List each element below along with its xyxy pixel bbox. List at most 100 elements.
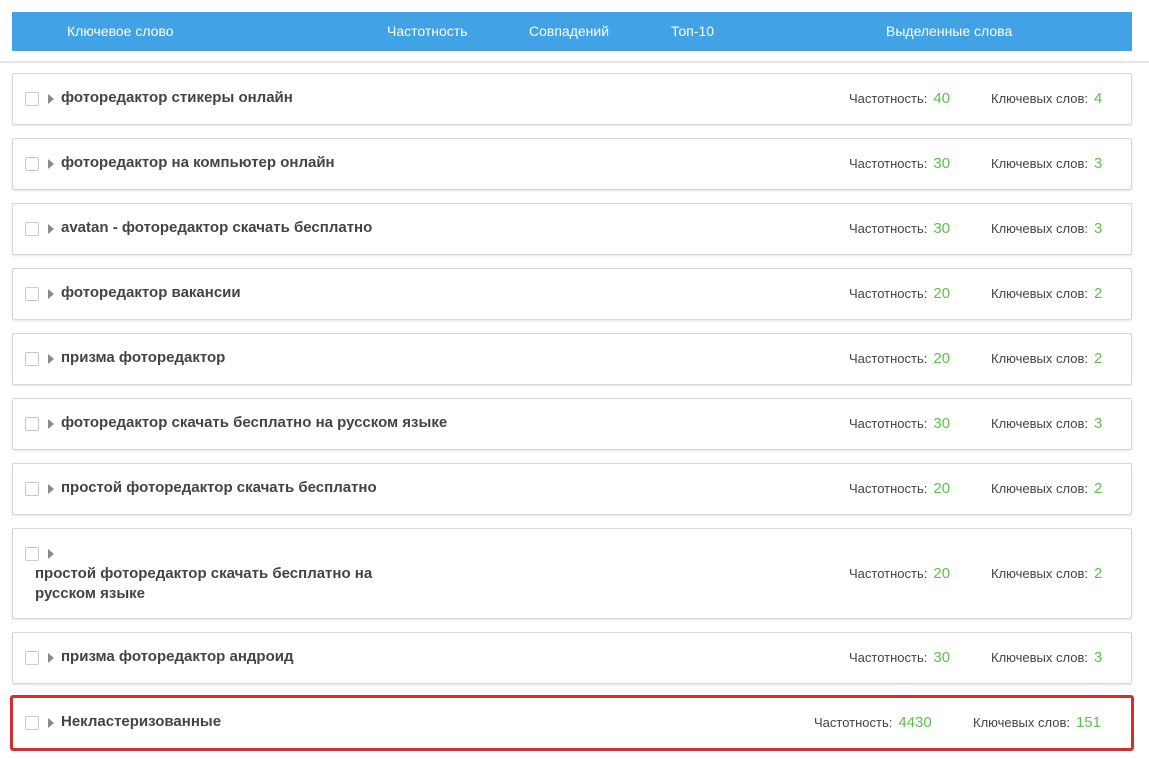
keyword-count-value: 3	[1093, 649, 1103, 666]
frequency-stat: Частотность: 40	[849, 74, 950, 124]
frequency-stat: Частотность: 20	[849, 529, 950, 618]
expand-arrow-icon[interactable]	[48, 289, 54, 299]
frequency-value: 30	[933, 220, 951, 237]
keyword-count-label: Ключевых слов:	[991, 351, 1088, 366]
frequency-value: 20	[933, 350, 951, 367]
keyword-count-stat: Ключевых слов: 2	[991, 269, 1102, 319]
cluster-keyword[interactable]: фоторедактор вакансии	[61, 284, 241, 301]
expand-arrow-icon[interactable]	[48, 419, 54, 429]
row-checkbox[interactable]	[25, 482, 39, 496]
cluster-row[interactable]: фоторедактор стикеры онлайн Частотность:…	[12, 73, 1132, 125]
frequency-stat: Частотность: 20	[849, 464, 950, 514]
expand-arrow-icon[interactable]	[48, 159, 54, 169]
row-checkbox[interactable]	[25, 547, 39, 561]
keyword-count-label: Ключевых слов:	[991, 566, 1088, 581]
keyword-count-stat: Ключевых слов: 3	[991, 139, 1102, 189]
frequency-value: 30	[933, 649, 951, 666]
frequency-stat: Частотность: 30	[849, 204, 950, 254]
keyword-count-stat: Ключевых слов: 2	[991, 464, 1102, 514]
row-checkbox[interactable]	[25, 716, 39, 730]
cluster-keyword[interactable]: призма фоторедактор андроид	[61, 648, 293, 665]
header-selected-words[interactable]: Выделенные слова	[886, 12, 1012, 51]
frequency-label: Частотность:	[849, 91, 928, 106]
frequency-stat: Частотность: 30	[849, 633, 950, 683]
keyword-count-label: Ключевых слов:	[991, 91, 1088, 106]
frequency-label: Частотность:	[849, 221, 928, 236]
frequency-stat: Частотность: 30	[849, 139, 950, 189]
cluster-keyword[interactable]: avatan - фоторедактор скачать бесплатно	[61, 219, 372, 236]
expand-arrow-icon[interactable]	[48, 94, 54, 104]
header-keyword[interactable]: Ключевое слово	[67, 12, 174, 51]
keyword-count-stat: Ключевых слов: 151	[973, 698, 1101, 748]
keyword-count-value: 2	[1093, 565, 1103, 582]
row-checkbox[interactable]	[25, 417, 39, 431]
keyword-count-label: Ключевых слов:	[973, 715, 1070, 730]
table-header: Ключевое слово Частотность Совпадений То…	[12, 12, 1132, 51]
frequency-value: 4430	[898, 714, 932, 731]
frequency-stat: Частотность: 20	[849, 334, 950, 384]
row-checkbox[interactable]	[25, 92, 39, 106]
keyword-count-label: Ключевых слов:	[991, 481, 1088, 496]
frequency-label: Частотность:	[849, 416, 928, 431]
cluster-row[interactable]: фоторедактор скачать бесплатно на русско…	[12, 398, 1132, 450]
keyword-count-value: 3	[1093, 155, 1103, 172]
cluster-row[interactable]: простой фоторедактор скачать бесплатно н…	[12, 528, 1132, 619]
cluster-page: Ключевое слово Частотность Совпадений То…	[0, 0, 1149, 759]
frequency-label: Частотность:	[849, 481, 928, 496]
frequency-label: Частотность:	[849, 650, 928, 665]
keyword-count-label: Ключевых слов:	[991, 221, 1088, 236]
cluster-row[interactable]: призма фоторедактор андроид Частотность:…	[12, 632, 1132, 684]
frequency-value: 20	[933, 285, 951, 302]
frequency-value: 20	[933, 565, 951, 582]
keyword-count-label: Ключевых слов:	[991, 286, 1088, 301]
cluster-keyword[interactable]: Некластеризованные	[61, 713, 221, 730]
frequency-label: Частотность:	[849, 351, 928, 366]
cluster-row[interactable]: призма фоторедактор Частотность: 20 Ключе…	[12, 333, 1132, 385]
keyword-count-stat: Ключевых слов: 3	[991, 204, 1102, 254]
expand-arrow-icon[interactable]	[48, 484, 54, 494]
expand-arrow-icon[interactable]	[48, 718, 54, 728]
row-checkbox[interactable]	[25, 651, 39, 665]
frequency-value: 20	[933, 480, 951, 497]
expand-arrow-icon[interactable]	[48, 653, 54, 663]
cluster-keyword[interactable]: простой фоторедактор скачать бесплатно	[61, 479, 377, 496]
header-frequency[interactable]: Частотность	[387, 12, 468, 51]
expand-arrow-icon[interactable]	[48, 549, 54, 559]
keyword-count-stat: Ключевых слов: 4	[991, 74, 1102, 124]
frequency-label: Частотность:	[849, 286, 928, 301]
frequency-stat: Частотность: 30	[849, 399, 950, 449]
frequency-value: 30	[933, 415, 951, 432]
cluster-keyword[interactable]: фоторедактор на компьютер онлайн	[61, 154, 335, 171]
expand-arrow-icon[interactable]	[48, 354, 54, 364]
row-checkbox[interactable]	[25, 157, 39, 171]
frequency-value: 40	[933, 90, 951, 107]
keyword-count-stat: Ключевых слов: 2	[991, 334, 1102, 384]
frequency-value: 30	[933, 155, 951, 172]
keyword-count-label: Ключевых слов:	[991, 650, 1088, 665]
keyword-count-value: 3	[1093, 220, 1103, 237]
cluster-keyword[interactable]: призма фоторедактор	[61, 349, 225, 366]
keyword-count-stat: Ключевых слов: 3	[991, 399, 1102, 449]
cluster-row[interactable]: фоторедактор на компьютер онлайн Частотн…	[12, 138, 1132, 190]
keyword-count-value: 151	[1075, 714, 1101, 731]
header-divider	[0, 61, 1149, 63]
cluster-row-unclustered[interactable]: Некластеризованные Частотность: 4430 Ключ…	[10, 695, 1134, 751]
cluster-keyword[interactable]: фоторедактор скачать бесплатно на русско…	[61, 414, 447, 431]
keyword-count-label: Ключевых слов:	[991, 156, 1088, 171]
cluster-row[interactable]: avatan - фоторедактор скачать бесплатно …	[12, 203, 1132, 255]
expand-arrow-icon[interactable]	[48, 224, 54, 234]
header-matches[interactable]: Совпадений	[529, 12, 609, 51]
row-checkbox[interactable]	[25, 352, 39, 366]
frequency-label: Частотность:	[849, 156, 928, 171]
cluster-row[interactable]: фоторедактор вакансии Частотность: 20 Клю…	[12, 268, 1132, 320]
header-top10[interactable]: Топ-10	[671, 12, 714, 51]
row-checkbox[interactable]	[25, 287, 39, 301]
row-checkbox[interactable]	[25, 222, 39, 236]
frequency-stat: Частотность: 4430	[814, 698, 932, 748]
cluster-row[interactable]: простой фоторедактор скачать бесплатно Ч…	[12, 463, 1132, 515]
keyword-count-stat: Ключевых слов: 2	[991, 529, 1102, 618]
frequency-stat: Частотность: 20	[849, 269, 950, 319]
cluster-keyword[interactable]: простой фоторедактор скачать бесплатно н…	[35, 564, 415, 604]
keyword-count-value: 3	[1093, 415, 1103, 432]
cluster-keyword[interactable]: фоторедактор стикеры онлайн	[61, 89, 293, 106]
